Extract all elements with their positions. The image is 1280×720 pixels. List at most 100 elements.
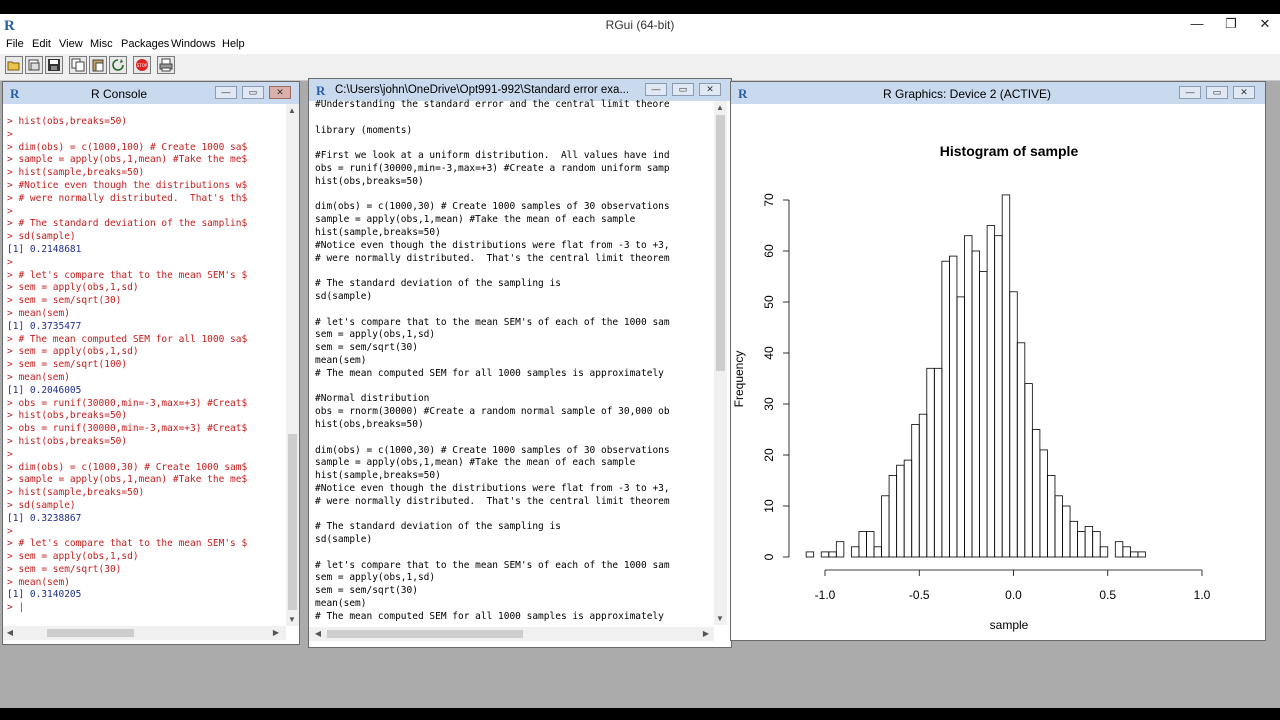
graphics-device-window: R R Graphics: Device 2 (ACTIVE) — ▭ ✕ Hi… — [730, 81, 1266, 641]
scroll-left-icon[interactable]: ◀ — [3, 628, 17, 637]
script-editor-text[interactable]: #Understanding the standard error and th… — [315, 99, 713, 623]
console-command-line: > mean(sem) — [7, 371, 70, 383]
script-line — [315, 432, 713, 445]
app-title-bar: R RGui (64-bit) — ❐ ✕ — [0, 14, 1280, 36]
scroll-left-icon[interactable]: ◀ — [311, 629, 325, 638]
script-line: # The standard deviation of the sampling… — [315, 278, 561, 290]
script-editor-window: R C:\Users\john\OneDrive\Opt991-992\Stan… — [308, 78, 732, 648]
console-command-line: > sem = sem/sqrt(30) — [7, 563, 122, 575]
console-command-line: > | — [7, 602, 25, 614]
console-vertical-scrollbar[interactable]: ▲ ▼ — [286, 104, 299, 626]
console-command-line: > sem = apply(obs,1,sd) — [7, 346, 139, 358]
script-line: hist(obs,breaks=50) — [315, 175, 424, 187]
svg-text:STOP: STOP — [137, 63, 148, 68]
toolbar: STOP — [0, 54, 1280, 81]
chart-title: Histogram of sample — [940, 143, 1079, 159]
scroll-up-icon[interactable]: ▲ — [285, 106, 299, 115]
script-close-icon[interactable]: ✕ — [699, 83, 721, 96]
scroll-right-icon[interactable]: ▶ — [699, 629, 713, 638]
script-line: # The standard deviation of the sampling… — [315, 521, 561, 533]
y-tick-label: 60 — [762, 244, 776, 258]
script-line: #Notice even though the distributions we… — [315, 482, 670, 494]
console-command-line: > obs = runif(30000,min=-3,max=+3) #Crea… — [7, 423, 248, 435]
menu-packages[interactable]: Packages — [121, 38, 169, 50]
script-line: # let's compare that to the mean SEM's o… — [315, 316, 670, 328]
scroll-up-icon[interactable]: ▲ — [713, 103, 727, 112]
script-line: obs = rnorm(30000) #Create a random norm… — [315, 406, 670, 418]
script-title-bar[interactable]: R C:\Users\john\OneDrive\Opt991-992\Stan… — [309, 79, 731, 101]
script-maximize-icon[interactable]: ▭ — [672, 83, 694, 96]
graphics-minimize-icon[interactable]: — — [1179, 86, 1201, 99]
menu-misc[interactable]: Misc — [90, 38, 113, 50]
script-line — [315, 304, 713, 317]
script-line: # The mean computed SEM for all 1000 sam… — [315, 610, 664, 622]
script-scroll-thumb[interactable] — [716, 115, 725, 371]
scroll-down-icon[interactable]: ▼ — [713, 614, 727, 623]
script-line: sample = apply(obs,1,mean) #Take the mea… — [315, 457, 636, 469]
copy-icon[interactable] — [69, 56, 87, 74]
save-workspace-icon[interactable] — [45, 56, 63, 74]
console-horizontal-scrollbar[interactable]: ◀ ▶ — [3, 626, 286, 640]
menu-windows[interactable]: Windows — [171, 38, 216, 50]
script-horizontal-scrollbar[interactable]: ◀ ▶ — [309, 627, 714, 641]
copy-paste-icon[interactable] — [109, 56, 127, 74]
console-command-line: > sample = apply(obs,1,mean) #Take the m… — [7, 154, 248, 166]
graphics-title-bar[interactable]: R R Graphics: Device 2 (ACTIVE) — ▭ ✕ — [731, 82, 1265, 104]
x-tick-label: 0.0 — [1005, 588, 1022, 602]
script-line: hist(obs,breaks=50) — [315, 418, 424, 430]
console-output[interactable]: > hist(obs,breaks=50) > > dim(obs) = c(100… — [7, 116, 283, 624]
script-line: library (moments) — [315, 124, 413, 136]
menu-edit[interactable]: Edit — [32, 38, 51, 50]
script-line — [315, 547, 713, 560]
console-command-line: > # let's compare that to the mean SEM's… — [7, 269, 248, 281]
script-line: mean(sem) — [315, 598, 367, 610]
graphics-maximize-icon[interactable]: ▭ — [1206, 86, 1228, 99]
script-line: dim(obs) = c(1000,30) # Create 1000 samp… — [315, 444, 670, 456]
console-command-line: > — [7, 525, 13, 537]
y-tick-label: 10 — [762, 499, 776, 513]
script-hscroll-thumb[interactable] — [327, 630, 523, 638]
graphics-close-icon[interactable]: ✕ — [1233, 86, 1255, 99]
scroll-down-icon[interactable]: ▼ — [285, 615, 299, 624]
console-maximize-icon[interactable]: ▭ — [242, 86, 264, 99]
x-tick-label: -0.5 — [909, 588, 930, 602]
console-output-line: [1] 0.2046005 — [7, 384, 82, 396]
open-script-icon[interactable] — [5, 56, 23, 74]
paste-icon[interactable] — [89, 56, 107, 74]
console-close-icon[interactable]: ✕ — [269, 86, 291, 99]
console-minimize-icon[interactable]: — — [215, 86, 237, 99]
print-icon[interactable] — [157, 56, 175, 74]
script-vertical-scrollbar[interactable]: ▲ ▼ — [714, 101, 727, 625]
console-command-line: > — [7, 205, 13, 217]
console-command-line: > obs = runif(30000,min=-3,max=+3) #Crea… — [7, 397, 248, 409]
console-command-line: > hist(sample,breaks=50) — [7, 487, 145, 499]
menu-view[interactable]: View — [59, 38, 83, 50]
script-line: sem = sem/sqrt(30) — [315, 342, 418, 354]
load-workspace-icon[interactable] — [25, 56, 43, 74]
console-command-line: > mean(sem) — [7, 307, 70, 319]
console-command-line: > mean(sem) — [7, 576, 70, 588]
console-command-line: > sem = sem/sqrt(30) — [7, 295, 122, 307]
menu-file[interactable]: File — [6, 38, 24, 50]
stop-icon[interactable]: STOP — [133, 56, 151, 74]
script-line: #Notice even though the distributions we… — [315, 239, 670, 251]
scroll-right-icon[interactable]: ▶ — [269, 628, 283, 637]
console-scroll-thumb[interactable] — [288, 434, 297, 610]
console-command-line: > — [7, 128, 13, 140]
script-line: sd(sample) — [315, 290, 373, 302]
console-output-line: [1] 0.3140205 — [7, 589, 82, 601]
minimize-icon[interactable]: — — [1190, 16, 1204, 32]
script-line: #Understanding the standard error and th… — [315, 99, 670, 110]
script-minimize-icon[interactable]: — — [645, 83, 667, 96]
restore-icon[interactable]: ❐ — [1224, 16, 1238, 32]
console-command-line: > — [7, 448, 13, 460]
script-line: sem = apply(obs,1,sd) — [315, 329, 436, 341]
console-command-line: > # The mean computed SEM for all 1000 s… — [7, 333, 248, 345]
script-line — [315, 189, 713, 202]
close-icon[interactable]: ✕ — [1258, 16, 1272, 32]
console-hscroll-thumb[interactable] — [47, 629, 134, 637]
console-command-line: > sem = sem/sqrt(100) — [7, 359, 128, 371]
console-title-bar[interactable]: R R Console — ▭ ✕ — [3, 82, 299, 104]
menu-help[interactable]: Help — [222, 38, 245, 50]
console-command-line: > sd(sample) — [7, 231, 76, 243]
